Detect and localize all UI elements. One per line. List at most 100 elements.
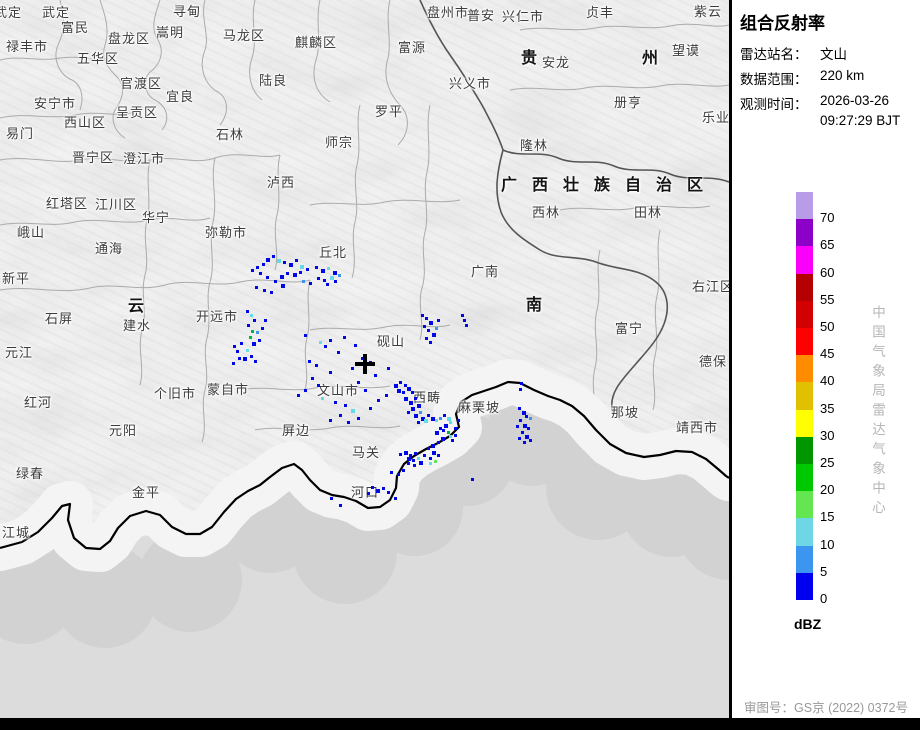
- echo-pixel: [251, 269, 254, 272]
- echo-pixel: [297, 394, 300, 397]
- echo-pixel: [324, 345, 327, 348]
- echo-pixel: [423, 454, 426, 457]
- echo-pixel: [272, 255, 275, 258]
- echo-pixel: [407, 457, 411, 461]
- echo-pixel: [435, 431, 439, 435]
- map-label: 贞丰: [586, 2, 614, 21]
- echo-pixel: [261, 327, 264, 330]
- echo-pixel: [463, 319, 466, 322]
- map-label: 盘州市: [427, 2, 469, 21]
- echo-pixel: [263, 289, 266, 292]
- map-label: 马关: [352, 442, 380, 461]
- colorbar-tick: 30: [820, 428, 834, 443]
- echo-pixel: [442, 429, 445, 432]
- echo-pixel: [317, 277, 320, 280]
- province-label: 云: [128, 292, 144, 316]
- map-label: 靖西市: [676, 417, 718, 436]
- map-label: 隆林: [520, 135, 548, 154]
- echo-pixel: [299, 271, 302, 274]
- map-label: 江川区: [95, 194, 137, 213]
- echo-pixel: [461, 314, 464, 317]
- map-label: 安龙: [542, 52, 570, 71]
- echo-pixel: [523, 441, 526, 444]
- colorbar-segment: [796, 546, 813, 573]
- echo-pixel: [238, 357, 241, 360]
- map-label: 麒麟区: [295, 32, 337, 51]
- echo-pixel: [421, 314, 424, 317]
- echo-pixel: [444, 424, 448, 428]
- echo-pixel: [283, 261, 286, 264]
- echo-pixel: [329, 419, 332, 422]
- echo-pixel: [402, 391, 405, 394]
- echo-pixel: [300, 265, 304, 269]
- map-label: 西林: [532, 202, 560, 221]
- echo-pixel: [252, 342, 256, 346]
- province-label: 贵: [521, 44, 537, 68]
- echo-pixel: [347, 421, 350, 424]
- echo-pixel: [254, 360, 257, 363]
- echo-pixel: [437, 319, 440, 322]
- echo-pixel: [304, 389, 307, 392]
- echo-pixel: [451, 439, 454, 442]
- echo-pixel: [432, 451, 436, 455]
- echo-pixel: [425, 317, 428, 320]
- echo-pixel: [270, 291, 273, 294]
- echo-pixel: [516, 425, 519, 428]
- map-label: 通海: [95, 238, 123, 257]
- echo-pixel: [447, 431, 450, 434]
- colorbar-segment: [796, 573, 813, 600]
- echo-pixel: [306, 268, 309, 271]
- colorbar-tick: 0: [820, 591, 827, 606]
- echo-pixel: [387, 367, 390, 370]
- echo-pixel: [259, 272, 262, 275]
- map-label: 华宁: [142, 207, 170, 226]
- echo-pixel: [419, 461, 423, 465]
- echo-pixel: [334, 401, 337, 404]
- map-label: 右江区: [692, 276, 729, 295]
- colorbar-tick: 5: [820, 564, 827, 579]
- echo-pixel: [315, 364, 318, 367]
- station-label: 雷达站名：: [740, 43, 808, 63]
- echo-pixel: [429, 321, 433, 325]
- echo-pixel: [519, 419, 522, 422]
- map-label: 嵩明: [156, 22, 184, 41]
- map-label: 安宁市: [34, 93, 76, 112]
- radar-station-marker: [355, 354, 375, 374]
- colorbar-tick: 20: [820, 482, 834, 497]
- map-label: 麻栗坡: [458, 397, 500, 416]
- map-label: 望谟: [672, 40, 700, 59]
- echo-pixel: [407, 411, 410, 414]
- map-label: 兴义市: [449, 73, 491, 92]
- echo-pixel: [243, 357, 247, 361]
- map-label: 广南: [471, 261, 499, 280]
- echo-pixel: [409, 401, 413, 405]
- echo-pixel: [520, 382, 523, 385]
- colorbar-tick: 40: [820, 373, 834, 388]
- echo-pixel: [344, 404, 347, 407]
- colorbar-segment: [796, 246, 813, 273]
- echo-pixel: [326, 283, 329, 286]
- map-label: 红塔区: [46, 193, 88, 212]
- province-label: 广西壮族自治区: [501, 171, 718, 195]
- map-label: 河口: [351, 482, 379, 501]
- echo-pixel: [247, 324, 250, 327]
- echo-pixel: [376, 489, 380, 493]
- echo-pixel: [419, 411, 422, 414]
- echo-pixel: [249, 336, 252, 339]
- colorbar-segment: [796, 382, 813, 409]
- echo-pixel: [518, 437, 521, 440]
- echo-pixel: [385, 394, 388, 397]
- map-label: 红河: [24, 392, 52, 411]
- echo-pixel: [308, 360, 311, 363]
- map-label: 西山区: [64, 112, 106, 131]
- bottom-border-bar: [0, 718, 920, 730]
- echo-pixel: [289, 263, 293, 267]
- product-title: 组合反射率: [740, 9, 825, 34]
- echo-pixel: [304, 334, 307, 337]
- echo-pixel: [529, 439, 532, 442]
- echo-pixel: [427, 329, 430, 332]
- echo-pixel: [441, 437, 445, 441]
- map-label: 禄丰市: [6, 36, 48, 55]
- map-label: 元江: [5, 342, 33, 361]
- echo-pixel: [417, 457, 420, 460]
